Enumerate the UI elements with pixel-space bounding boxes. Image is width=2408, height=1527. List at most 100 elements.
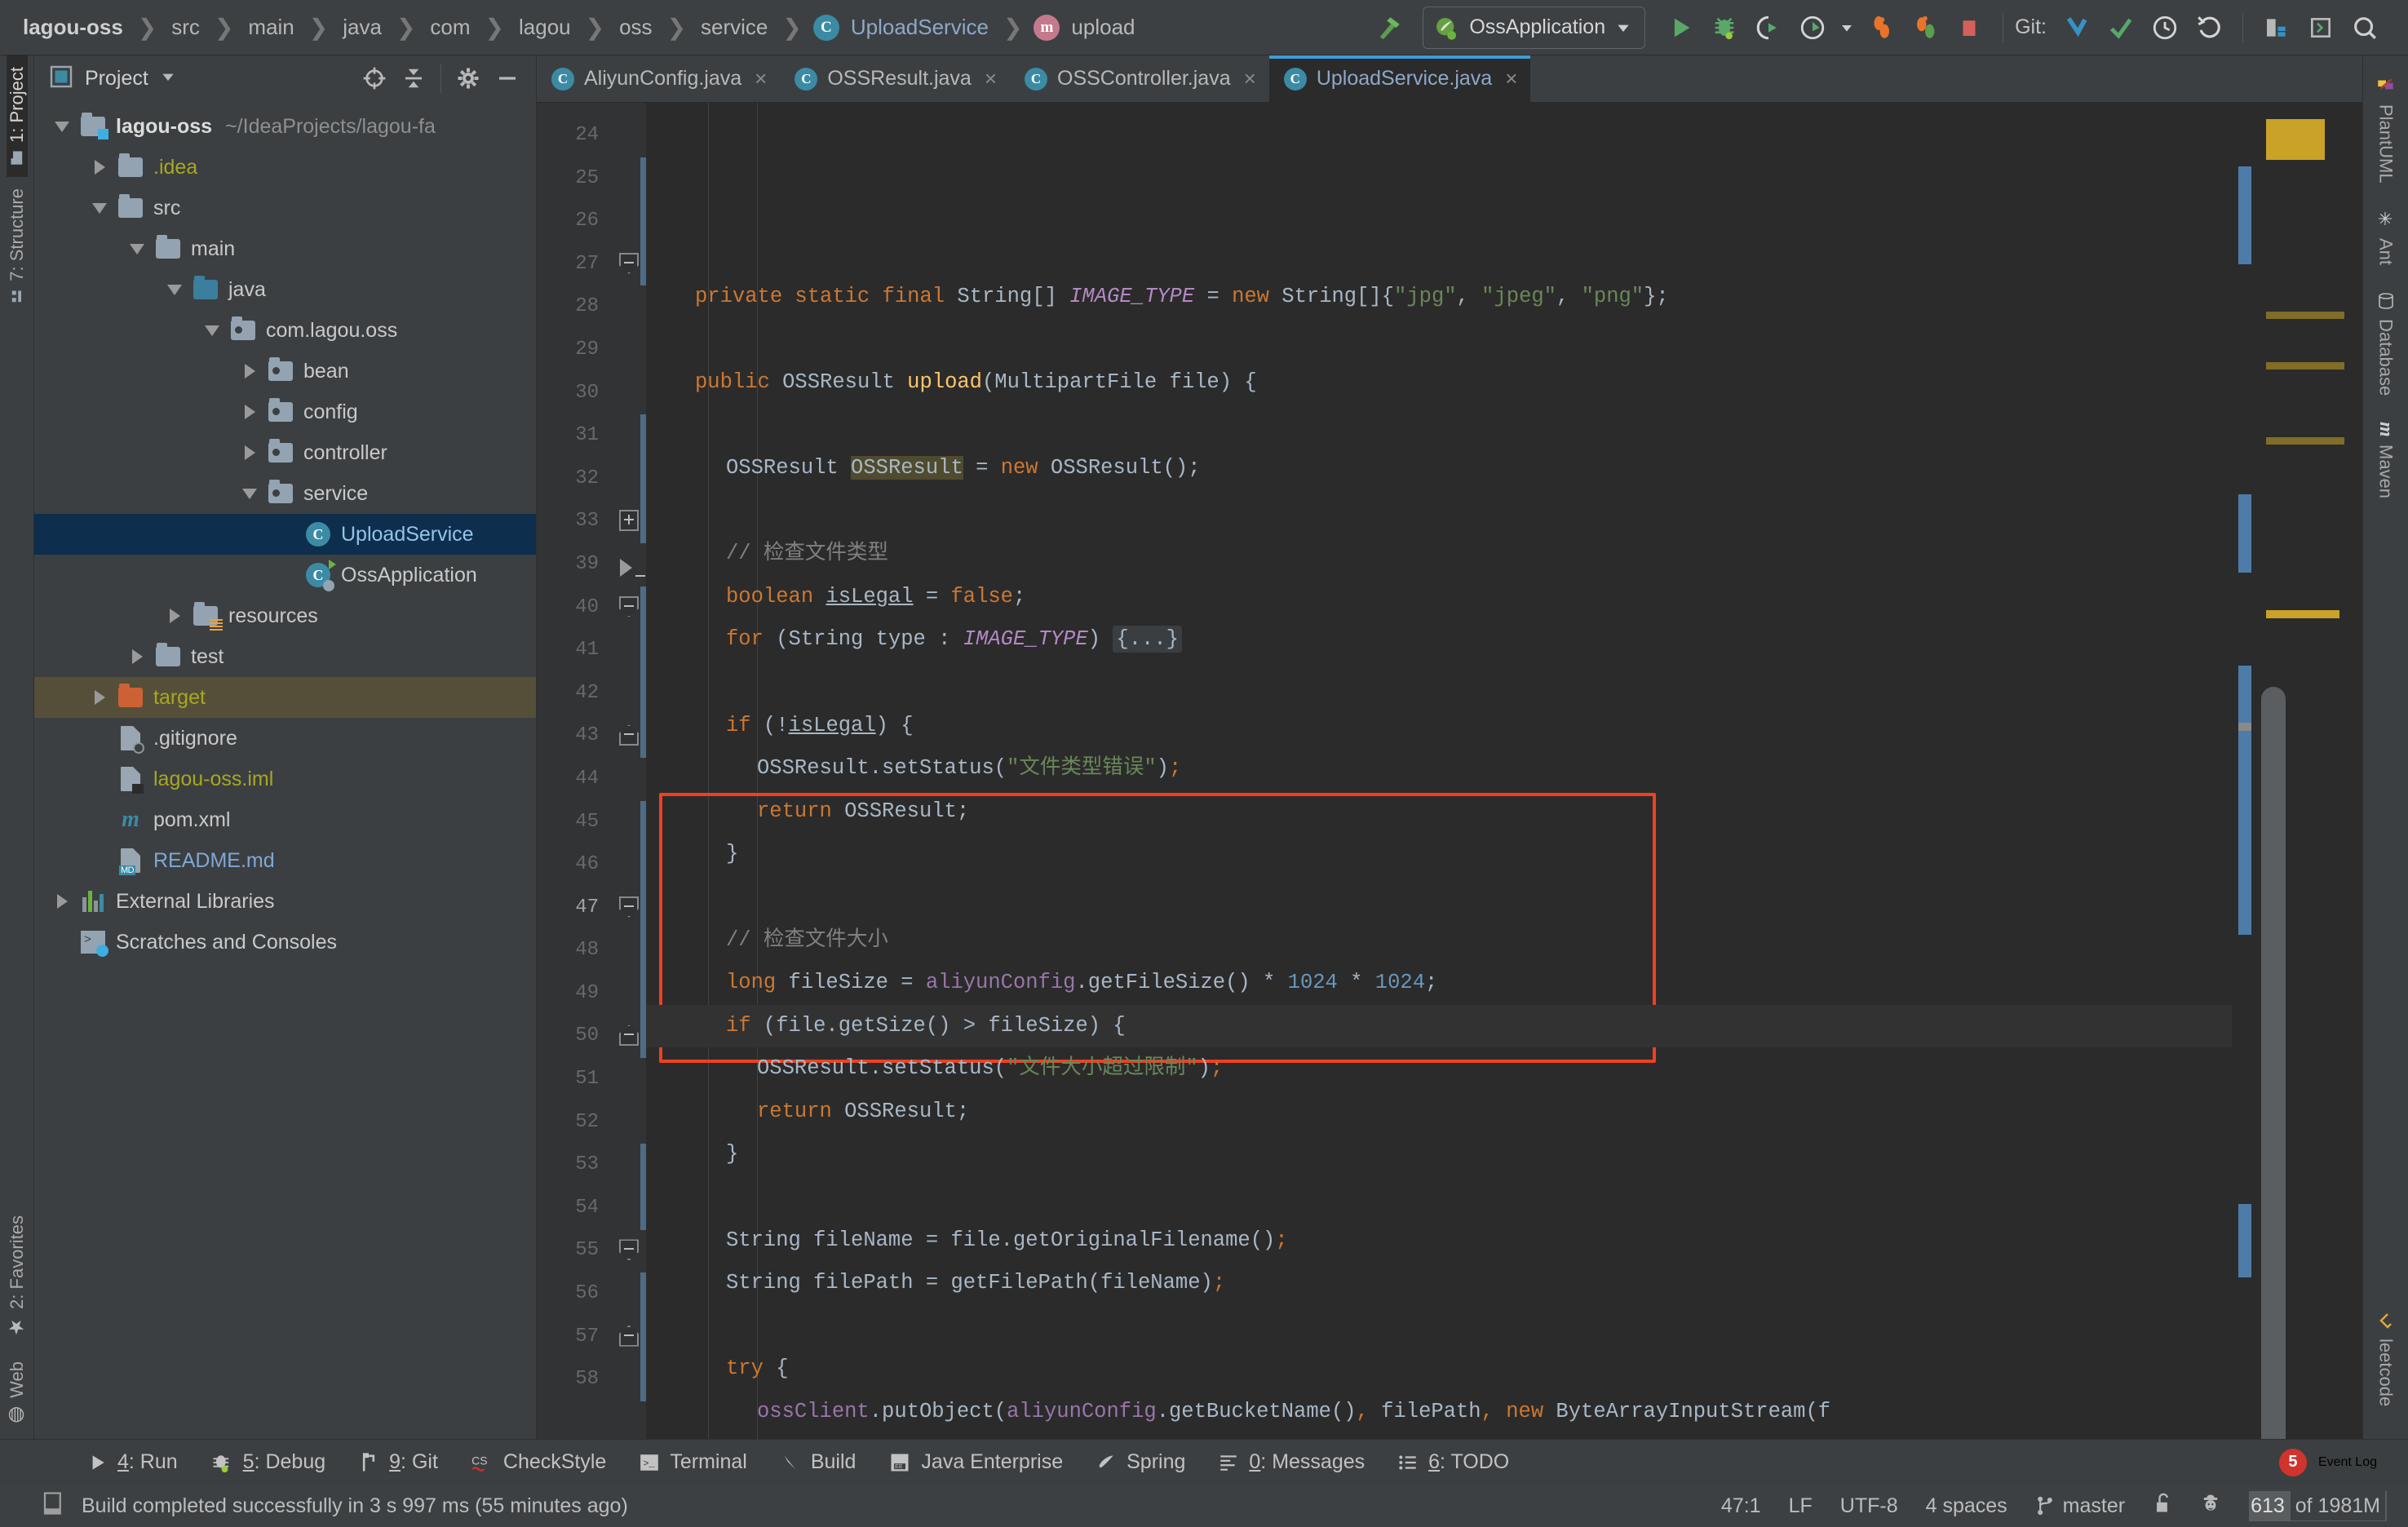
select-in-icon[interactable] — [2255, 6, 2299, 50]
tree-node-target[interactable]: target — [34, 677, 536, 718]
git-update-project-button[interactable] — [2055, 6, 2099, 50]
chevron-right-icon[interactable] — [47, 894, 77, 909]
chevron-right-icon[interactable] — [85, 690, 114, 705]
tab-ossresult[interactable]: C OSSResult.java × — [780, 55, 1010, 102]
breadcrumb-item-com[interactable]: com — [427, 15, 473, 40]
code-line[interactable]: String fileName = file.getOriginalFilena… — [646, 1219, 2232, 1263]
close-icon[interactable]: × — [985, 66, 997, 91]
code-line[interactable]: if (file.getSize() > fileSize) { — [646, 1004, 2232, 1048]
fold-gutter[interactable] — [612, 103, 646, 1439]
chevron-right-icon[interactable] — [160, 609, 189, 623]
power-save-mode-icon[interactable] — [2200, 1492, 2221, 1520]
settings-icon[interactable] — [2299, 6, 2343, 50]
git-rollback-button[interactable] — [2187, 6, 2231, 50]
file-encoding[interactable]: UTF-8 — [1840, 1494, 1898, 1518]
sidebar-item-structure[interactable]: 7: Structure — [7, 177, 28, 316]
tool-window-button-terminal[interactable]: >_ Terminal — [622, 1450, 763, 1474]
chevron-right-icon[interactable] — [122, 649, 152, 664]
tree-node-ossapplication[interactable]: C OssApplication — [34, 555, 536, 595]
locate-icon[interactable] — [357, 61, 392, 95]
attach-process-button[interactable] — [1859, 6, 1903, 50]
code-line[interactable]: public OSSResult upload(MultipartFile fi… — [646, 361, 2232, 405]
code-line[interactable] — [646, 232, 2232, 276]
code-line[interactable]: long fileSize = aliyunConfig.getFileSize… — [646, 962, 2232, 1005]
indent-setting[interactable]: 4 spaces — [1926, 1494, 2007, 1518]
code-line[interactable] — [646, 1176, 2232, 1219]
tree-node-src[interactable]: src — [34, 188, 536, 228]
code-line[interactable] — [646, 404, 2232, 447]
chevron-down-icon[interactable] — [160, 284, 189, 295]
tree-node-test[interactable]: test — [34, 636, 536, 677]
code-line[interactable]: // 检查文件大小 — [646, 919, 2232, 963]
close-icon[interactable]: × — [1505, 66, 1517, 91]
sidebar-item-maven[interactable]: m Maven — [2375, 409, 2397, 512]
sidebar-item-favorites[interactable]: ★ 2: Favorites — [6, 1204, 29, 1350]
tab-uploadservice[interactable]: C UploadService.java × — [1268, 55, 1531, 102]
read-only-toggle-icon[interactable] — [2153, 1492, 2172, 1520]
breadcrumb-item-lagou[interactable]: lagou — [516, 15, 574, 40]
git-commit-button[interactable] — [2099, 6, 2143, 50]
run-with-coverage-button[interactable] — [1746, 6, 1791, 50]
breadcrumb-item-service[interactable]: service — [697, 15, 771, 40]
error-stripe-mark[interactable] — [2238, 731, 2251, 935]
tool-window-button-git[interactable]: 9: Git — [342, 1450, 454, 1474]
code-line[interactable]: if (!isLegal) { — [646, 705, 2232, 748]
fold-close-icon[interactable] — [619, 724, 639, 746]
toggle-toolwindows-icon[interactable] — [42, 1491, 64, 1521]
tree-node-uploadservice[interactable]: C UploadService — [34, 514, 536, 555]
code-line[interactable]: return OSSResult; — [646, 790, 2232, 834]
breadcrumb-item-uploadservice[interactable]: C UploadService — [812, 14, 992, 41]
chevron-right-icon[interactable] — [235, 364, 264, 378]
chevron-down-icon[interactable] — [1835, 6, 1859, 50]
tool-window-button-run[interactable]: 4: Run — [70, 1450, 194, 1474]
sidebar-item-project[interactable]: 1: Project — [6, 55, 28, 177]
breadcrumb-item-upload[interactable]: m upload — [1034, 14, 1138, 41]
profiler-button[interactable] — [1791, 6, 1835, 50]
tree-node-java[interactable]: java — [34, 269, 536, 310]
code-line[interactable]: } catch (Exception e) { — [646, 1434, 2232, 1439]
git-history-button[interactable] — [2143, 6, 2187, 50]
build-hammer-icon[interactable] — [1367, 6, 1411, 50]
fold-plus-icon[interactable] — [619, 510, 639, 532]
tree-node-main[interactable]: main — [34, 228, 536, 269]
sidebar-item-plantuml[interactable]: PlantUML — [2375, 62, 2397, 197]
code-line[interactable]: String filePath = getFilePath(fileName); — [646, 1262, 2232, 1305]
debug-button[interactable] — [1702, 6, 1746, 50]
error-stripe-mark[interactable] — [2238, 1204, 2251, 1277]
tab-aliyunconfig[interactable]: C AliyunConfig.java × — [537, 55, 780, 102]
fold-open-icon[interactable] — [619, 896, 639, 918]
code-line[interactable]: } — [646, 833, 2232, 876]
chevron-right-icon[interactable] — [85, 160, 114, 175]
stop-button[interactable] — [1947, 6, 1991, 50]
fold-open-icon[interactable] — [619, 1239, 639, 1261]
scrollbar-thumb[interactable] — [2261, 687, 2286, 1439]
sidebar-item-leetcode[interactable]: leetcode — [2375, 1298, 2397, 1419]
event-log-button[interactable]: 5 Event Log — [2278, 1448, 2408, 1476]
tree-node-bean[interactable]: bean — [34, 351, 536, 392]
git-branch-widget[interactable]: master — [2035, 1494, 2125, 1518]
gear-icon[interactable] — [451, 61, 485, 95]
tool-window-button-checkstyle[interactable]: CS CheckStyle — [454, 1450, 622, 1474]
minimap-scrollbar[interactable] — [2232, 103, 2362, 1439]
breadcrumb-item-src[interactable]: src — [168, 15, 203, 40]
fold-open-icon[interactable] — [619, 252, 639, 274]
chevron-down-icon[interactable] — [235, 488, 264, 499]
code-line[interactable]: ossClient.putObject(aliyunConfig.getBuck… — [646, 1391, 2232, 1434]
code-line[interactable]: return OSSResult; — [646, 1091, 2232, 1134]
breadcrumb-item-java[interactable]: java — [339, 15, 385, 40]
tree-node-pom-xml[interactable]: m pom.xml — [34, 799, 536, 840]
tree-node-service[interactable]: service — [34, 473, 536, 514]
run-configuration-selector[interactable]: OssApplication — [1423, 6, 1646, 49]
close-icon[interactable]: × — [755, 66, 767, 91]
code-line[interactable] — [646, 876, 2232, 919]
tree-node-scratches-and-consoles[interactable]: > Scratches and Consoles — [34, 922, 536, 963]
code-line[interactable]: boolean isLegal = false; — [646, 576, 2232, 619]
run-gutter-icon[interactable] — [620, 558, 645, 577]
close-icon[interactable]: × — [1244, 66, 1256, 91]
tree-node-lagou-oss-iml[interactable]: lagou-oss.iml — [34, 759, 536, 799]
tree-node-com-lagou-oss[interactable]: com.lagou.oss — [34, 310, 536, 351]
tab-osscontroller[interactable]: C OSSController.java × — [1010, 55, 1269, 102]
line-separator[interactable]: LF — [1789, 1494, 1813, 1518]
tool-window-button-spring[interactable]: Spring — [1079, 1450, 1202, 1474]
sidebar-item-ant[interactable]: ✳ Ant — [2375, 197, 2397, 278]
